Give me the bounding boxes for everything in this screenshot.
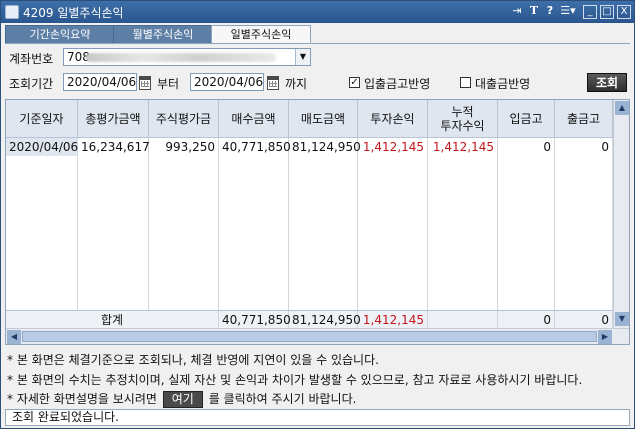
column-divider — [148, 138, 149, 310]
account-masked — [86, 53, 276, 62]
tab-divider — [5, 43, 630, 44]
column-divider — [427, 138, 428, 310]
scroll-down-icon[interactable]: ▼ — [615, 312, 629, 326]
window: 4209 일별주식손익 ⇥ T ? ☰▾ _ □ X 기간손익요약 월별주식손익… — [0, 0, 635, 429]
deposit-checkbox[interactable]: ✓ — [349, 77, 360, 88]
calendar-icon[interactable] — [266, 75, 280, 90]
sum-sell-amount: 81,124,950 — [289, 311, 361, 329]
note-line-3-prefix: * 자세한 화면설명을 보시려면 — [7, 392, 157, 406]
header-deposit[interactable]: 입금고 — [498, 100, 555, 138]
sum-row: 합계 40,771,850 81,124,950 1,412,145 0 0 — [6, 310, 613, 329]
sum-buy-amount: 40,771,850 — [219, 311, 291, 329]
header-sell-amount[interactable]: 매도금액 — [289, 100, 358, 138]
note-line-3: * 자세한 화면설명을 보시려면 여기 를 클릭하여 주시기 바랍니다. — [7, 390, 356, 408]
header-cumulative-return[interactable]: 누적 투자수익 — [428, 100, 498, 138]
text-icon[interactable]: T — [527, 4, 541, 18]
note-line-1: * 본 화면은 체결기준으로 조회되나, 체결 반영에 지연이 있을 수 있습니… — [7, 353, 379, 367]
sum-invest-pl: 1,412,145 — [358, 311, 428, 329]
column-divider — [357, 138, 358, 310]
from-label: 부터 — [157, 77, 180, 91]
chevron-down-icon[interactable]: ▼ — [295, 49, 310, 65]
search-button[interactable]: 조회 — [587, 73, 627, 92]
note-line-3-suffix: 를 클릭하여 주시기 바랍니다. — [208, 392, 357, 406]
scroll-up-icon[interactable]: ▲ — [615, 101, 629, 115]
loan-checkbox[interactable] — [460, 77, 471, 88]
cell-date: 2020/04/06 — [6, 138, 78, 156]
cell-cumulative-return: 1,412,145 — [428, 138, 498, 156]
status-bar: 조회 완료되었습니다. — [5, 409, 630, 426]
tab-daily[interactable]: 일별주식손익 — [211, 25, 311, 44]
column-divider — [497, 138, 498, 310]
start-date-input[interactable]: 2020/04/06 — [63, 73, 137, 91]
cell-deposit: 0 — [498, 138, 555, 156]
tab-period-summary[interactable]: 기간손익요약 — [5, 25, 115, 43]
menu-icon[interactable]: ☰▾ — [559, 4, 577, 18]
sum-label: 합계 — [6, 311, 219, 329]
column-divider — [218, 138, 219, 310]
scroll-left-icon[interactable]: ◀ — [7, 330, 21, 344]
period-label: 조회기간 — [9, 77, 54, 91]
sum-deposit: 0 — [498, 311, 555, 329]
link-icon[interactable]: ⇥ — [509, 4, 525, 18]
sum-cumulative-return — [428, 311, 498, 329]
cell-sell-amount: 81,124,950 — [289, 138, 361, 156]
here-button[interactable]: 여기 — [162, 391, 203, 408]
scroll-right-icon[interactable]: ▶ — [598, 330, 612, 344]
title-bar[interactable]: 4209 일별주식손익 ⇥ T ? ☰▾ _ □ X — [1, 1, 634, 23]
deposit-check-label: 입출금고반영 — [364, 77, 431, 91]
cell-stock-eval: 993,250 — [149, 138, 219, 156]
header-withdrawal[interactable]: 출금고 — [555, 100, 613, 138]
cell-buy-amount: 40,771,850 — [219, 138, 291, 156]
tab-monthly[interactable]: 월별주식손익 — [113, 25, 213, 43]
column-divider — [77, 138, 78, 310]
scroll-thumb[interactable] — [22, 331, 597, 342]
cell-invest-pl: 1,412,145 — [358, 138, 428, 156]
cell-withdrawal: 0 — [555, 138, 613, 156]
header-invest-pl[interactable]: 투자손익 — [358, 100, 428, 138]
account-label: 계좌번호 — [9, 52, 54, 66]
sum-withdrawal: 0 — [555, 311, 613, 329]
header-stock-eval[interactable]: 주식평가금 — [149, 100, 219, 138]
help-icon[interactable]: ? — [544, 4, 556, 18]
loan-check-label: 대출금반영 — [475, 77, 531, 91]
cell-total-eval: 16,234,617 — [78, 138, 150, 156]
vertical-scrollbar[interactable]: ▲ ▼ — [613, 100, 629, 328]
to-label: 까지 — [285, 77, 308, 91]
close-button[interactable]: X — [617, 5, 631, 19]
minimize-button[interactable]: _ — [583, 5, 597, 19]
column-divider — [288, 138, 289, 310]
tab-bar: 기간손익요약 월별주식손익 일별주식손익 — [5, 25, 630, 44]
horizontal-scrollbar[interactable]: ◀ ▶ — [6, 328, 629, 344]
data-grid: 기준일자 총평가금액 주식평가금 매수금액 매도금액 투자손익 누적 투자수익 … — [5, 99, 630, 345]
header-buy-amount[interactable]: 매수금액 — [219, 100, 289, 138]
window-title: 4209 일별주식손익 — [23, 6, 124, 20]
end-date-input[interactable]: 2020/04/06 — [190, 73, 264, 91]
column-divider — [554, 138, 555, 310]
header-total-eval[interactable]: 총평가금액 — [78, 100, 149, 138]
account-select[interactable]: 708 ▼ — [63, 48, 311, 66]
maximize-button[interactable]: □ — [600, 5, 614, 19]
note-line-2: * 본 화면의 수치는 추정치이며, 실제 자산 및 손익과 차이가 발생할 수… — [7, 373, 583, 387]
app-icon — [5, 5, 19, 19]
calendar-icon[interactable] — [138, 75, 152, 90]
header-date[interactable]: 기준일자 — [6, 100, 78, 138]
